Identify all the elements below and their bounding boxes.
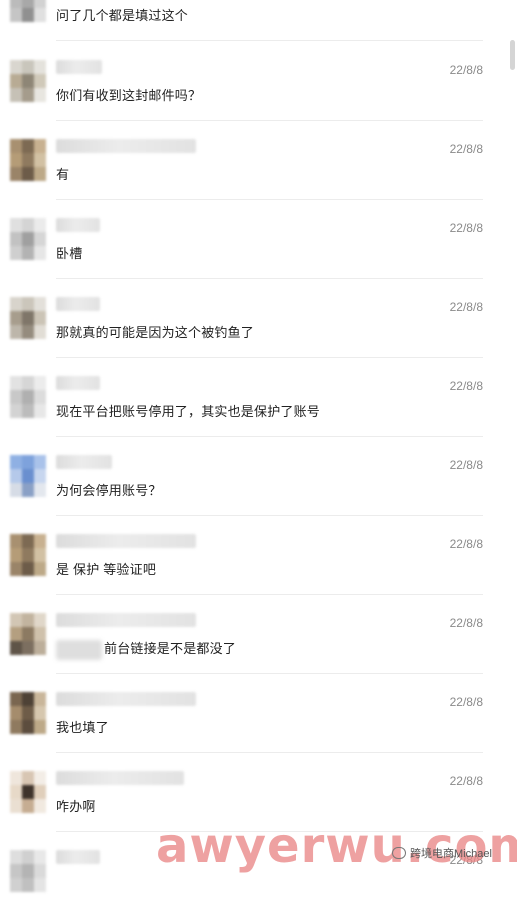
- chat-list: 问了几个都是填过这个 22/8/8 你们有收到这封邮件吗？ 22/8/8 有 2…: [0, 0, 517, 892]
- watermark-badge-label: 跨境电商Michael: [410, 848, 492, 860]
- message-text: 那就真的可能是因为这个被钓鱼了: [56, 325, 255, 340]
- avatar[interactable]: [10, 0, 46, 22]
- message-time: 22/8/8: [449, 63, 483, 77]
- message-text: 咋办啊: [56, 799, 96, 814]
- scrollbar-thumb[interactable]: [510, 40, 515, 70]
- avatar[interactable]: [10, 850, 46, 892]
- message-time: 22/8/8: [449, 300, 483, 314]
- avatar[interactable]: [10, 297, 46, 339]
- message-time: 22/8/8: [449, 458, 483, 472]
- message-text: 有: [56, 167, 70, 182]
- message-text: 为何会停用账号？: [56, 483, 162, 498]
- message-item[interactable]: 22/8/8 前台链接是不是都没了: [0, 595, 505, 674]
- avatar[interactable]: [10, 218, 46, 260]
- sender-name-blurred: [56, 139, 196, 153]
- message-item[interactable]: 22/8/8 我也填了: [0, 674, 505, 753]
- avatar[interactable]: [10, 613, 46, 655]
- message-time: 22/8/8: [449, 221, 483, 235]
- watermark-badge: 跨境电商Michael: [392, 845, 492, 861]
- avatar[interactable]: [10, 60, 46, 102]
- message-time: 22/8/8: [449, 774, 483, 788]
- message-text: 我也填了: [56, 720, 109, 735]
- avatar[interactable]: [10, 771, 46, 813]
- sender-name-blurred: [56, 613, 196, 627]
- wechat-icon: [392, 847, 406, 859]
- message-item[interactable]: 22/8/8 现在平台把账号停用了，其实也是保护了账号: [0, 358, 505, 437]
- avatar[interactable]: [10, 534, 46, 576]
- message-time: 22/8/8: [449, 142, 483, 156]
- message-text: 是 保护 等验证吧: [56, 562, 157, 577]
- sender-name-blurred: [56, 534, 196, 548]
- avatar[interactable]: [10, 376, 46, 418]
- message-text: 问了几个都是填过这个: [56, 8, 189, 23]
- sender-name-blurred: [56, 376, 100, 390]
- sender-name-blurred: [56, 692, 196, 706]
- message-item[interactable]: 22/8/8 有: [0, 121, 505, 200]
- message-item[interactable]: 22/8/8 卧槽: [0, 200, 505, 279]
- message-item[interactable]: 问了几个都是填过这个: [0, 0, 505, 41]
- divider: [56, 40, 483, 41]
- sender-name-blurred: [56, 771, 184, 785]
- sender-name-blurred: [56, 297, 100, 311]
- message-time: 22/8/8: [449, 537, 483, 551]
- message-text: 你们有收到这封邮件吗？: [56, 88, 202, 103]
- avatar[interactable]: [10, 692, 46, 734]
- sender-name-blurred: [56, 455, 112, 469]
- message-time: 22/8/8: [449, 695, 483, 709]
- message-item[interactable]: 22/8/8 为何会停用账号？: [0, 437, 505, 516]
- message-text: 卧槽: [56, 246, 83, 261]
- blurred-mention: [56, 639, 102, 660]
- message-text: 现在平台把账号停用了，其实也是保护了账号: [56, 404, 321, 419]
- message-time: 22/8/8: [449, 616, 483, 630]
- message-text-content: 前台链接是不是都没了: [104, 641, 237, 656]
- sender-name-blurred: [56, 850, 100, 864]
- message-item[interactable]: 22/8/8 那就真的可能是因为这个被钓鱼了: [0, 279, 505, 358]
- avatar[interactable]: [10, 455, 46, 497]
- message-text: 前台链接是不是都没了: [56, 638, 236, 660]
- message-item[interactable]: 22/8/8 你们有收到这封邮件吗？: [0, 42, 505, 121]
- message-item[interactable]: 22/8/8 是 保护 等验证吧: [0, 516, 505, 595]
- avatar[interactable]: [10, 139, 46, 181]
- sender-name-blurred: [56, 218, 100, 232]
- message-time: 22/8/8: [449, 379, 483, 393]
- sender-name-blurred: [56, 60, 102, 74]
